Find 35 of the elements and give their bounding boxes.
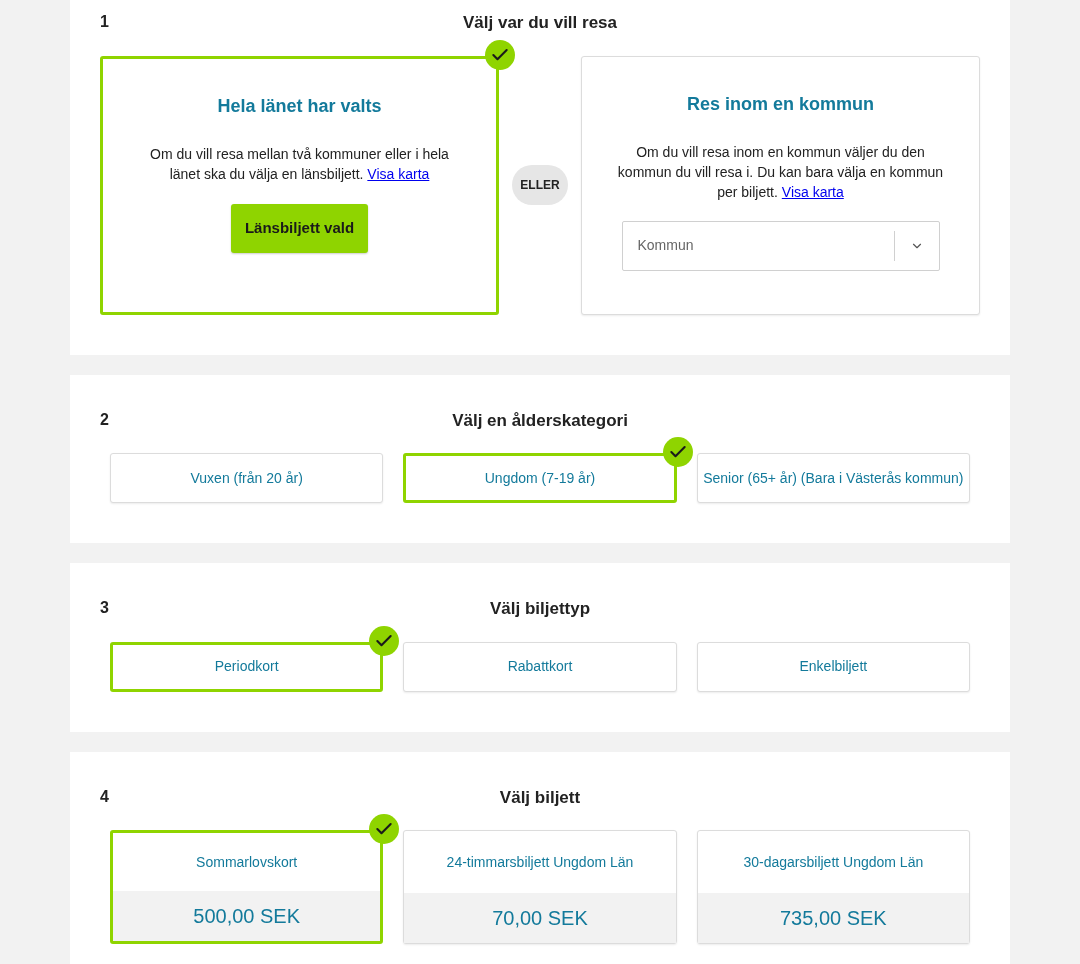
step-title: Välj biljettyp (489, 598, 591, 620)
step-title: Välj var du vill resa (463, 12, 617, 34)
region-card[interactable]: Hela länet har valts Om du vill resa mellan två kommuner eller i hela länet ska du välja en länsbiljett. Visa karta Länsbiljett vald (100, 55, 499, 315)
price-panel: 500,00 SEK (113, 891, 381, 941)
option-card[interactable]: Ungdom (7-19 år) (403, 453, 677, 503)
step-number: 2 (100, 409, 109, 430)
option-card[interactable]: Periodkort (110, 641, 384, 692)
ticket-name: 30-dagarsbiljett Ungdom Län (743, 852, 924, 872)
step-number: 4 (100, 786, 109, 807)
card-title: Hela länet har valts (217, 94, 382, 118)
option-card[interactable]: Enkelbiljett (696, 641, 970, 692)
ticket-card[interactable]: 30-dagarsbiljett Ungdom Län 735,00 SEK (696, 830, 970, 944)
card-description: Om du vill resa mellan två kommuner eller i hela länet ska du välja en länsbiljett. Visa karta (149, 144, 450, 184)
option-card[interactable]: Rabattkort (403, 641, 677, 692)
price-panel: 735,00 SEK (697, 893, 969, 943)
select-placeholder: Kommun (636, 236, 695, 255)
step-title: Välj en ålderskategori (452, 409, 628, 432)
card-description: Om du vill resa inom en kommun väljer du den kommun du vill resa i. Du kan bara välja en kommun per biljett. Visa karta (616, 142, 945, 202)
region-card[interactable]: Res inom en kommun Om du vill resa inom en kommun väljer du den kommun du vill resa i. Du kan bara välja en kommun per biljett. Visa karta Kommun (581, 55, 980, 315)
option-card[interactable]: Senior (65+ år) (Bara i Västerås kommun) (696, 453, 970, 503)
step-number: 3 (100, 598, 109, 618)
ticket-card[interactable]: Sommarlovskort 500,00 SEK (110, 830, 384, 944)
card-title: Res inom en kommun (687, 92, 874, 116)
or-divider-badge: ELLER (512, 165, 568, 205)
ticket-name: Sommarlovskort (196, 852, 298, 872)
ticket-card[interactable]: 24-timmarsbiljett Ungdom Län 70,00 SEK (403, 830, 677, 944)
map-link[interactable]: Visa karta (781, 183, 844, 200)
municipality-select[interactable]: Kommun (621, 220, 940, 271)
ticket-name: 24-timmarsbiljett Ungdom Län (446, 852, 634, 872)
step-title: Välj biljett (499, 786, 581, 809)
county-ticket-button[interactable]: Länsbiljett vald (230, 203, 369, 253)
map-link[interactable]: Visa karta (367, 165, 430, 182)
price-panel: 70,00 SEK (404, 893, 676, 943)
step-number: 1 (100, 12, 109, 32)
option-card[interactable]: Vuxen (från 20 år) (110, 453, 384, 503)
